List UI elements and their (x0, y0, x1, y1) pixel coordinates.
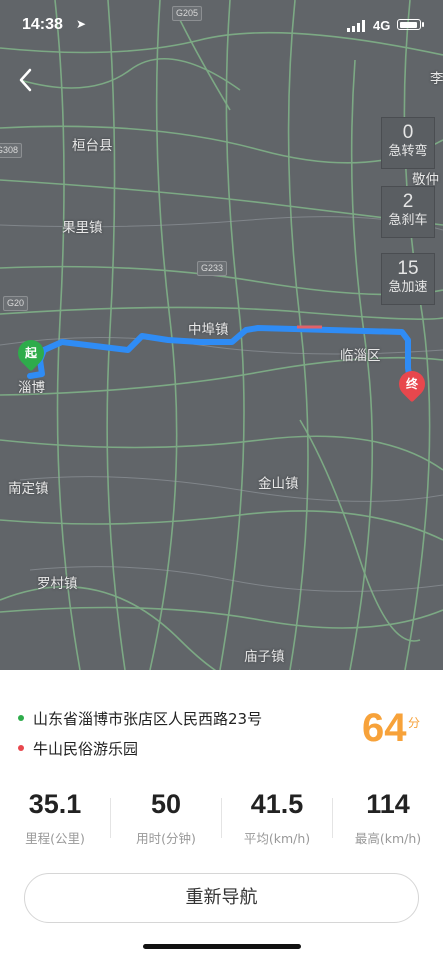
road-shield-g308: G308 (0, 143, 23, 158)
end-address-row: 牛山民俗游乐园 (18, 738, 138, 759)
sharp-turn-stat: 0 急转弯 (381, 117, 435, 169)
place-luocun: 罗村镇 (37, 576, 78, 592)
metric-average-speed: 41.5 平均(km/h) (222, 788, 332, 847)
rapid-accel-count: 15 (397, 258, 419, 279)
metric-distance: 35.1 里程(公里) (0, 788, 110, 847)
place-guoli: 果里镇 (62, 220, 103, 236)
hard-brake-label: 急刹车 (388, 213, 428, 228)
place-huantai: 桓台县 (72, 138, 113, 154)
status-bar: 14:38 ➤ 4G (0, 0, 443, 50)
road-shield-g233: G233 (197, 261, 228, 276)
max-speed-label: 最高(km/h) (354, 831, 422, 846)
duration-label: 用时(分钟) (136, 831, 196, 846)
end-address: 牛山民俗游乐园 (33, 740, 139, 758)
place-jingzhong: 敬仲 (412, 172, 439, 188)
status-time: 14:38 (22, 16, 63, 33)
route-map[interactable]: 14:38 ➤ 4G 0 急转弯 2 急刹车 15 急加速 桓台县 果里镇 中埠… (0, 0, 443, 670)
start-dot-icon (18, 714, 24, 721)
metric-max-speed: 114 最高(km/h) (333, 788, 443, 847)
road-shield-g205: G205 (172, 6, 203, 21)
trip-summary-sheet: 山东省淄博市张店区人民西路23号 牛山民俗游乐园 64 分 35.1 里程(公里… (0, 670, 443, 960)
rapid-accel-label: 急加速 (388, 280, 428, 295)
rapid-accel-stat: 15 急加速 (381, 253, 435, 305)
max-speed-value: 114 (366, 789, 410, 819)
place-miaozi: 庙子镇 (244, 649, 285, 665)
score-unit: 分 (408, 716, 421, 730)
place-li: 李 (430, 71, 443, 87)
hard-brake-stat: 2 急刹车 (381, 186, 435, 238)
network-type: 4G (373, 18, 391, 33)
start-marker-label: 起 (24, 346, 37, 360)
back-button[interactable] (12, 65, 40, 95)
metric-duration: 50 用时(分钟) (111, 788, 221, 847)
start-address-row: 山东省淄博市张店区人民西路23号 (18, 708, 262, 729)
sharp-turn-count: 0 (402, 122, 414, 143)
battery-nub (422, 22, 424, 27)
distance-label: 里程(公里) (25, 831, 85, 846)
sharp-turn-label: 急转弯 (388, 144, 428, 159)
battery-icon (397, 19, 421, 30)
renavigate-button[interactable]: 重新导航 (24, 873, 419, 923)
average-speed-value: 41.5 (250, 789, 304, 819)
driving-score: 64 (362, 706, 407, 750)
place-zhongbu: 中埠镇 (188, 322, 229, 338)
hard-brake-count: 2 (402, 191, 414, 212)
signal-icon (347, 20, 365, 32)
place-nanding: 南定镇 (8, 481, 49, 497)
home-indicator[interactable] (143, 944, 301, 949)
road-shield-g20: G20 (3, 296, 29, 311)
place-zibo: 淄博 (18, 380, 45, 396)
end-marker-label: 终 (405, 377, 418, 391)
place-jinshan: 金山镇 (258, 476, 299, 492)
average-speed-label: 平均(km/h) (243, 831, 311, 846)
place-linzi: 临淄区 (340, 348, 381, 364)
location-arrow-icon: ➤ (76, 17, 87, 31)
start-address: 山东省淄博市张店区人民西路23号 (33, 710, 263, 728)
end-dot-icon (18, 744, 24, 751)
distance-value: 35.1 (28, 789, 82, 819)
duration-value: 50 (150, 789, 182, 819)
